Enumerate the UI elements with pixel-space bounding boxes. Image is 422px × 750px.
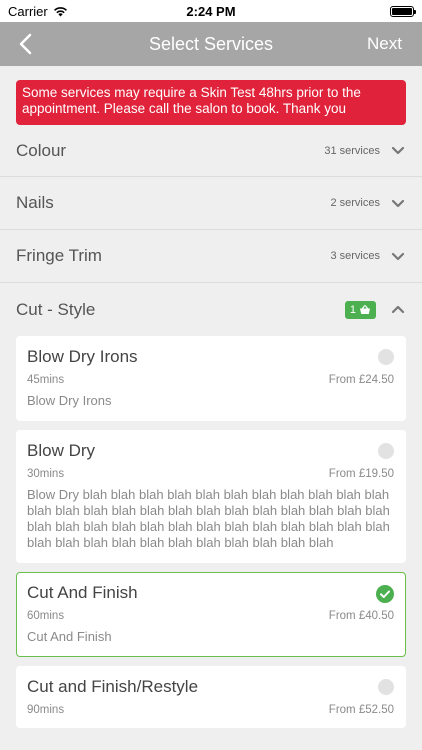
service-card-blow-dry[interactable]: Blow Dry 30mins From £19.50 Blow Dry bla… [16,430,406,563]
page-title: Select Services [148,33,274,54]
chevron-left-icon [19,33,32,55]
carrier-label: Carrier [8,3,48,19]
service-name: Cut and Finish/Restyle [27,677,199,696]
status-left: Carrier [8,4,68,19]
category-fringe-trim[interactable]: Fringe Trim 3 services [0,230,422,283]
service-description: Cut And Finish [27,629,112,644]
chevron-down-icon [390,248,406,264]
chevron-up-icon [390,302,406,318]
basket-icon [360,304,370,314]
service-meta: 90mins From £52.50 [27,704,394,716]
service-duration: 60mins [27,610,65,622]
category-nails[interactable]: Nails 2 services [0,177,422,230]
category-count: 31 services [324,144,380,157]
service-meta: 60mins From £40.50 [27,610,394,622]
service-name: Blow Dry Irons [27,347,138,366]
category-name: Cut - Style [16,299,96,319]
service-meta: 30mins From £19.50 [27,468,394,480]
next-button[interactable]: Next [367,34,402,54]
service-price: From £24.50 [328,374,394,386]
category-name: Nails [16,193,54,212]
service-price: From £52.50 [328,704,394,716]
wifi-icon [53,6,67,16]
service-name: Blow Dry [27,441,96,460]
service-name: Cut And Finish [27,583,138,602]
service-description: Blow Dry blah blah blah blah blah blah b… [27,487,390,550]
badge-count: 1 [349,303,356,316]
bottom-safe-area [0,730,422,750]
service-card-cut-and-finish[interactable]: Cut And Finish 60mins From £40.50 Cut An… [16,572,406,657]
category-count: 3 services [330,250,380,262]
service-card-cut-and-finish-restyle[interactable]: Cut and Finish/Restyle 90mins From £52.5… [16,666,406,728]
chevron-down-icon [390,195,406,211]
service-description: Blow Dry Irons [27,393,112,408]
service-price: From £40.50 [328,610,394,622]
category-cut-style[interactable]: Cut - Style 1 [0,283,422,336]
service-price: From £19.50 [328,468,394,480]
category-name: Fringe Trim [16,246,102,265]
back-button[interactable] [10,30,40,58]
service-meta: 45mins From £24.50 [27,374,394,386]
skin-test-banner: Some services may require a Skin Test 48… [16,80,406,125]
select-radio[interactable] [378,349,394,365]
selected-count-badge: 1 [344,300,376,319]
select-radio[interactable] [378,679,394,695]
category-colour[interactable]: Colour 31 services [0,125,422,177]
category-name: Colour [16,140,67,160]
services-list[interactable]: Some services may require a Skin Test 48… [0,66,422,730]
service-duration: 90mins [27,704,65,716]
select-radio[interactable] [378,443,394,459]
chevron-down-icon [390,143,406,159]
service-duration: 45mins [27,374,65,386]
nav-bar: Select Services Next [0,22,422,66]
battery-icon [390,5,416,17]
check-circle-icon[interactable] [376,585,394,603]
service-duration: 30mins [27,468,65,480]
category-count: 2 services [330,197,380,209]
service-card-blow-dry-irons[interactable]: Blow Dry Irons 45mins From £24.50 Blow D… [16,336,406,421]
status-bar: Carrier 2:24 PM [0,0,422,22]
